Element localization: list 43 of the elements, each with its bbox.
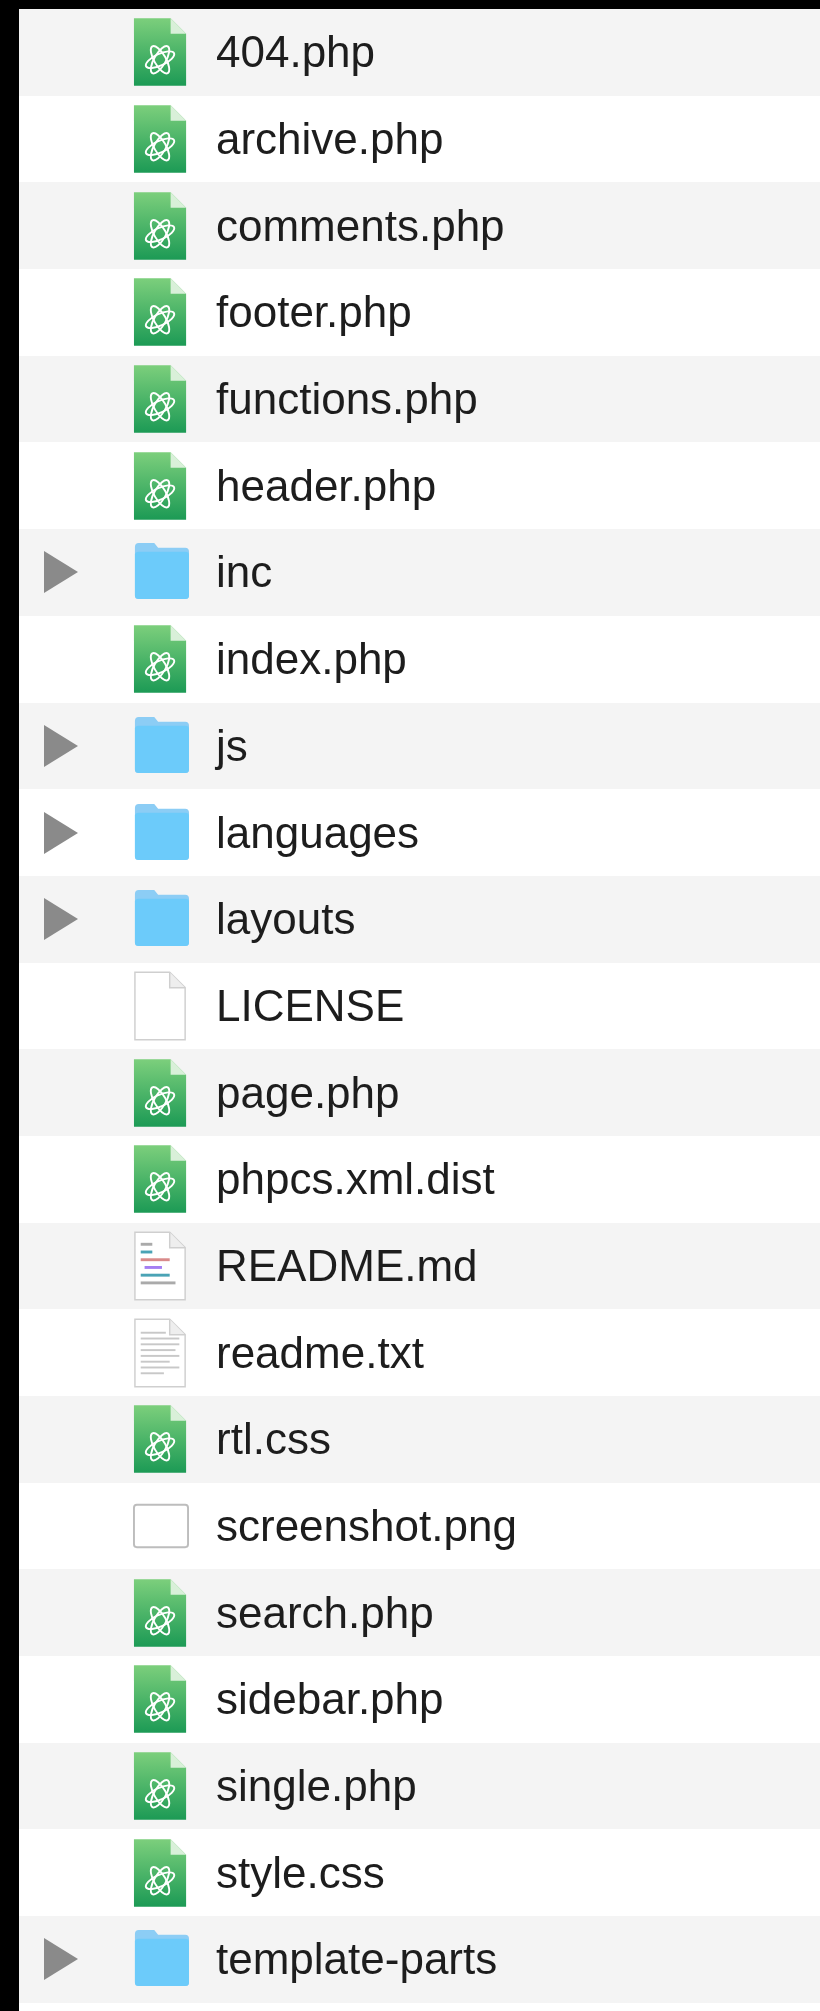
file-name[interactable]: layouts xyxy=(216,894,356,945)
file-name[interactable]: index.php xyxy=(216,634,407,685)
file-name[interactable]: js xyxy=(216,720,248,771)
file-name[interactable]: readme.txt xyxy=(216,1327,424,1378)
disclosure-triangle-icon[interactable] xyxy=(44,724,78,767)
file-name[interactable]: sidebar.php xyxy=(216,1674,444,1725)
file-name[interactable]: languages xyxy=(216,807,420,858)
text-file-icon xyxy=(133,1316,189,1389)
disclosure-triangle-icon[interactable] xyxy=(44,1938,78,1981)
disclosure-triangle-icon[interactable] xyxy=(44,898,78,941)
markdown-file-icon xyxy=(133,1229,189,1302)
file-name[interactable]: archive.php xyxy=(216,114,444,165)
file-name[interactable]: page.php xyxy=(216,1067,400,1118)
file-name[interactable]: header.php xyxy=(216,460,437,511)
file-name[interactable]: README.md xyxy=(216,1240,478,1291)
file-name[interactable]: footer.php xyxy=(216,287,412,338)
file-name[interactable]: inc xyxy=(216,547,273,598)
file-name[interactable]: phpcs.xml.dist xyxy=(216,1154,495,1205)
file-name[interactable]: screenshot.png xyxy=(216,1501,517,1552)
file-name[interactable]: LICENSE xyxy=(216,980,405,1031)
disclosure-triangle-icon[interactable] xyxy=(44,811,78,854)
code-file-icon xyxy=(133,449,189,522)
code-file-icon xyxy=(133,1836,189,1909)
code-file-icon xyxy=(133,623,189,696)
code-file-icon xyxy=(133,1403,189,1476)
code-file-icon xyxy=(133,1663,189,1736)
file-name[interactable]: single.php xyxy=(216,1761,417,1812)
code-file-icon xyxy=(133,363,189,436)
code-file-icon xyxy=(133,1750,189,1823)
blank-file-icon xyxy=(133,969,189,1042)
file-name[interactable]: rtl.css xyxy=(216,1414,331,1465)
code-file-icon xyxy=(133,103,189,176)
code-file-icon xyxy=(133,1576,189,1649)
file-name[interactable]: functions.php xyxy=(216,374,478,425)
code-file-icon xyxy=(133,276,189,349)
code-file-icon xyxy=(133,16,189,89)
disclosure-triangle-icon[interactable] xyxy=(44,551,78,594)
code-file-icon xyxy=(133,189,189,262)
file-name[interactable]: style.css xyxy=(216,1847,385,1898)
code-file-icon xyxy=(133,1056,189,1129)
file-name[interactable]: search.php xyxy=(216,1587,434,1638)
file-name[interactable]: 404.php xyxy=(216,27,376,78)
code-file-icon xyxy=(133,1143,189,1216)
